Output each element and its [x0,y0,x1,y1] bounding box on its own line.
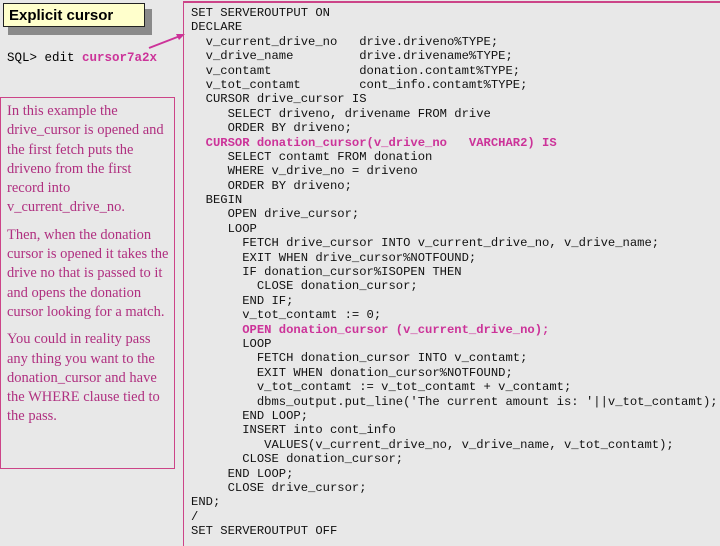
code-line: EXIT WHEN donation_cursor%NOTFOUND; [191,365,513,380]
code-line: WHERE v_drive_no = driveno [191,164,418,179]
code-line: SELECT contamt FROM donation [191,149,433,164]
sql-command: SQL> edit cursor7a2x [7,51,157,65]
code-line: v_tot_contamt cont_info.contamt%TYPE; [191,77,528,92]
code-line: SET SERVEROUTPUT ON [191,6,330,20]
code-line: FETCH donation_cursor INTO v_contamt; [191,351,528,366]
code-line: EXIT WHEN drive_cursor%NOTFOUND; [191,250,477,265]
code-line: LOOP [191,336,272,351]
code-line-highlighted: CURSOR donation_cursor(v_drive_no VARCHA… [191,135,557,150]
code-line: / [191,509,199,524]
code-line: CLOSE drive_cursor; [191,480,367,495]
code-line: ORDER BY driveno; [191,178,352,193]
code-line: CLOSE donation_cursor; [191,452,404,467]
explanation-paragraph: Then, when the donation cursor is opened… [7,226,169,320]
code-line: v_current_drive_no drive.driveno%TYPE; [191,34,499,49]
code-listing: SET SERVEROUTPUT ON DECLARE v_current_dri… [183,1,720,546]
code-line: LOOP [191,221,257,236]
code-line: DECLARE [191,20,243,35]
code-line: END IF; [191,293,294,308]
code-line: INSERT into cont_info [191,423,396,438]
code-line: v_tot_contamt := 0; [191,308,382,323]
code-line: VALUES(v_current_drive_no, v_drive_name,… [191,437,674,452]
code-line: OPEN drive_cursor; [191,207,360,222]
explanation-box: In this example the drive_cursor is open… [0,97,175,469]
code-line: ORDER BY driveno; [191,121,352,136]
code-line: v_tot_contamt := v_tot_contamt + v_conta… [191,380,572,395]
code-line: CURSOR drive_cursor IS [191,92,367,107]
code-line: BEGIN [191,193,243,208]
slide-title: Explicit cursor [3,3,145,27]
code-line: END LOOP; [191,408,309,423]
explanation-paragraph: In this example the drive_cursor is open… [7,103,164,216]
code-line-highlighted: OPEN donation_cursor (v_current_drive_no… [191,322,550,337]
code-line: FETCH drive_cursor INTO v_current_drive_… [191,236,660,251]
code-line: CLOSE donation_cursor; [191,279,418,294]
code-line: SET SERVEROUTPUT OFF [191,524,338,539]
code-line: v_contamt donation.contamt%TYPE; [191,63,521,78]
code-line: END; [191,495,221,510]
code-line: dbms_output.put_line('The current amount… [191,394,718,409]
code-line: v_drive_name drive.drivename%TYPE; [191,49,513,64]
code-line: SELECT driveno, drivename FROM drive [191,106,491,121]
code-line: END LOOP; [191,466,294,481]
explanation-paragraph: You could in reality pass any thing you … [7,331,160,425]
code-line: IF donation_cursor%ISOPEN THEN [191,265,462,280]
sql-prompt: SQL> edit [7,51,83,65]
